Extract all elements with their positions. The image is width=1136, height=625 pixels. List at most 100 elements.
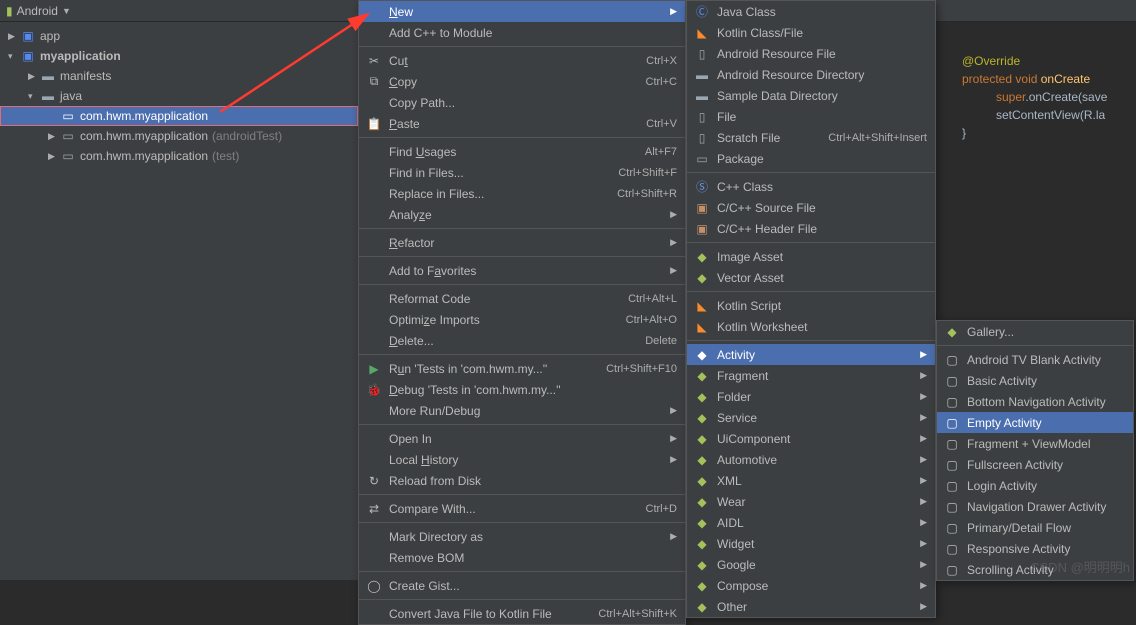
menu-resource-dir[interactable]: ▬Android Resource Directory <box>687 64 935 85</box>
new-submenu[interactable]: ⒸJava Class ◣Kotlin Class/File ▯Android … <box>686 0 936 618</box>
separator <box>359 354 685 355</box>
folder-icon: ▬ <box>693 89 711 103</box>
tree-node-package-androidtest[interactable]: ▶ ▭ com.hwm.myapplication (androidTest) <box>0 126 358 146</box>
activity-icon: ▢ <box>943 500 961 514</box>
menu-replace-in-files[interactable]: Replace in Files...Ctrl+Shift+R <box>359 183 685 204</box>
menu-run-tests[interactable]: ▶Run 'Tests in 'com.hwm.my...''Ctrl+Shif… <box>359 358 685 379</box>
menu-create-gist[interactable]: ◯Create Gist... <box>359 575 685 596</box>
menu-compare-with[interactable]: ⇄Compare With...Ctrl+D <box>359 498 685 519</box>
menu-kotlin-class[interactable]: ◣Kotlin Class/File <box>687 22 935 43</box>
tree-node-package-test[interactable]: ▶ ▭ com.hwm.myapplication (test) <box>0 146 358 166</box>
menu-package[interactable]: ▭Package <box>687 148 935 169</box>
menu-find-usages[interactable]: Find UsagesAlt+F7 <box>359 141 685 162</box>
menu-compose[interactable]: ◆Compose▶ <box>687 575 935 596</box>
menu-debug-tests[interactable]: 🐞Debug 'Tests in 'com.hwm.my...'' <box>359 379 685 400</box>
menu-find-in-files[interactable]: Find in Files...Ctrl+Shift+F <box>359 162 685 183</box>
menu-folder[interactable]: ◆Folder▶ <box>687 386 935 407</box>
tree-node-manifests[interactable]: ▶ ▬ manifests <box>0 66 358 86</box>
module-icon: ▣ <box>20 49 36 63</box>
separator <box>359 256 685 257</box>
submenu-arrow-icon: ▶ <box>670 6 677 17</box>
menu-new[interactable]: New▶ <box>359 1 685 22</box>
menu-bottom-nav[interactable]: ▢Bottom Navigation Activity <box>937 391 1133 412</box>
menu-sample-dir[interactable]: ▬Sample Data Directory <box>687 85 935 106</box>
menu-favorites[interactable]: Add to Favorites▶ <box>359 260 685 281</box>
android-icon: ◆ <box>693 250 711 264</box>
submenu-arrow-icon: ▶ <box>670 454 677 465</box>
menu-copy-path[interactable]: Copy Path... <box>359 92 685 113</box>
menu-navigation-drawer[interactable]: ▢Navigation Drawer Activity <box>937 496 1133 517</box>
submenu-arrow-icon: ▶ <box>920 370 927 381</box>
menu-image-asset[interactable]: ◆Image Asset <box>687 246 935 267</box>
menu-remove-bom[interactable]: Remove BOM <box>359 547 685 568</box>
activity-submenu[interactable]: ◆Gallery... ▢Android TV Blank Activity ▢… <box>936 320 1134 581</box>
submenu-arrow-icon: ▶ <box>920 412 927 423</box>
reload-icon: ↻ <box>365 474 383 488</box>
menu-analyze[interactable]: Analyze▶ <box>359 204 685 225</box>
menu-resource-file[interactable]: ▯Android Resource File <box>687 43 935 64</box>
menu-delete[interactable]: Delete...Delete <box>359 330 685 351</box>
menu-responsive-activity[interactable]: ▢Responsive Activity <box>937 538 1133 559</box>
menu-gallery[interactable]: ◆Gallery... <box>937 321 1133 342</box>
tree-node-java[interactable]: ▾ ▬ java <box>0 86 358 106</box>
menu-other[interactable]: ◆Other▶ <box>687 596 935 617</box>
menu-add-cpp[interactable]: Add C++ to Module <box>359 22 685 43</box>
android-icon: ◆ <box>943 325 961 339</box>
menu-open-in[interactable]: Open In▶ <box>359 428 685 449</box>
menu-reload-disk[interactable]: ↻Reload from Disk <box>359 470 685 491</box>
menu-paste[interactable]: 📋PasteCtrl+V <box>359 113 685 134</box>
chevron-down-icon: ▾ <box>8 51 18 62</box>
folder-icon: ▬ <box>693 68 711 82</box>
menu-fragment-viewmodel[interactable]: ▢Fragment + ViewModel <box>937 433 1133 454</box>
menu-vector-asset[interactable]: ◆Vector Asset <box>687 267 935 288</box>
menu-cpp-header[interactable]: ▣C/C++ Header File <box>687 218 935 239</box>
separator <box>687 242 935 243</box>
menu-tv-blank[interactable]: ▢Android TV Blank Activity <box>937 349 1133 370</box>
menu-kotlin-worksheet[interactable]: ◣Kotlin Worksheet <box>687 316 935 337</box>
menu-kotlin-script[interactable]: ◣Kotlin Script <box>687 295 935 316</box>
menu-primary-detail[interactable]: ▢Primary/Detail Flow <box>937 517 1133 538</box>
menu-service[interactable]: ◆Service▶ <box>687 407 935 428</box>
separator <box>359 571 685 572</box>
menu-fragment[interactable]: ◆Fragment▶ <box>687 365 935 386</box>
menu-cpp-class[interactable]: ⓈC++ Class <box>687 176 935 197</box>
android-icon: ◆ <box>693 348 711 362</box>
menu-file[interactable]: ▯File <box>687 106 935 127</box>
menu-scratch-file[interactable]: ▯Scratch FileCtrl+Alt+Shift+Insert <box>687 127 935 148</box>
menu-convert-kotlin[interactable]: Convert Java File to Kotlin FileCtrl+Alt… <box>359 603 685 624</box>
menu-reformat[interactable]: Reformat CodeCtrl+Alt+L <box>359 288 685 309</box>
menu-refactor[interactable]: Refactor▶ <box>359 232 685 253</box>
menu-more-run-debug[interactable]: More Run/Debug▶ <box>359 400 685 421</box>
project-tree[interactable]: ▶ ▣ app ▾ ▣ myapplication ▶ ▬ manifests … <box>0 22 358 580</box>
menu-activity[interactable]: ◆Activity▶ <box>687 344 935 365</box>
menu-local-history[interactable]: Local History▶ <box>359 449 685 470</box>
menu-uicomponent[interactable]: ◆UiComponent▶ <box>687 428 935 449</box>
menu-google[interactable]: ◆Google▶ <box>687 554 935 575</box>
tree-node-package-main[interactable]: ▭ com.hwm.myapplication <box>0 106 358 126</box>
menu-mark-directory[interactable]: Mark Directory as▶ <box>359 526 685 547</box>
menu-java-class[interactable]: ⒸJava Class <box>687 1 935 22</box>
separator <box>937 345 1133 346</box>
menu-widget[interactable]: ◆Widget▶ <box>687 533 935 554</box>
menu-scrolling-activity[interactable]: ▢Scrolling Activity <box>937 559 1133 580</box>
menu-empty-activity[interactable]: ▢Empty Activity <box>937 412 1133 433</box>
menu-wear[interactable]: ◆Wear▶ <box>687 491 935 512</box>
context-menu[interactable]: New▶ Add C++ to Module ✂CutCtrl+X ⧉CopyC… <box>358 0 686 625</box>
submenu-arrow-icon: ▶ <box>920 601 927 612</box>
menu-xml[interactable]: ◆XML▶ <box>687 470 935 491</box>
menu-aidl[interactable]: ◆AIDL▶ <box>687 512 935 533</box>
dropdown-arrow-icon[interactable]: ▼ <box>62 6 71 16</box>
tree-node-myapplication[interactable]: ▾ ▣ myapplication <box>0 46 358 66</box>
menu-fullscreen-activity[interactable]: ▢Fullscreen Activity <box>937 454 1133 475</box>
menu-copy[interactable]: ⧉CopyCtrl+C <box>359 71 685 92</box>
tree-node-app[interactable]: ▶ ▣ app <box>0 26 358 46</box>
menu-login-activity[interactable]: ▢Login Activity <box>937 475 1133 496</box>
module-icon: ▣ <box>20 29 36 43</box>
menu-optimize-imports[interactable]: Optimize ImportsCtrl+Alt+O <box>359 309 685 330</box>
file-icon: ▯ <box>693 47 711 61</box>
menu-basic-activity[interactable]: ▢Basic Activity <box>937 370 1133 391</box>
menu-cut[interactable]: ✂CutCtrl+X <box>359 50 685 71</box>
menu-cpp-source[interactable]: ▣C/C++ Source File <box>687 197 935 218</box>
cpp-icon: Ⓢ <box>693 178 711 195</box>
menu-automotive[interactable]: ◆Automotive▶ <box>687 449 935 470</box>
